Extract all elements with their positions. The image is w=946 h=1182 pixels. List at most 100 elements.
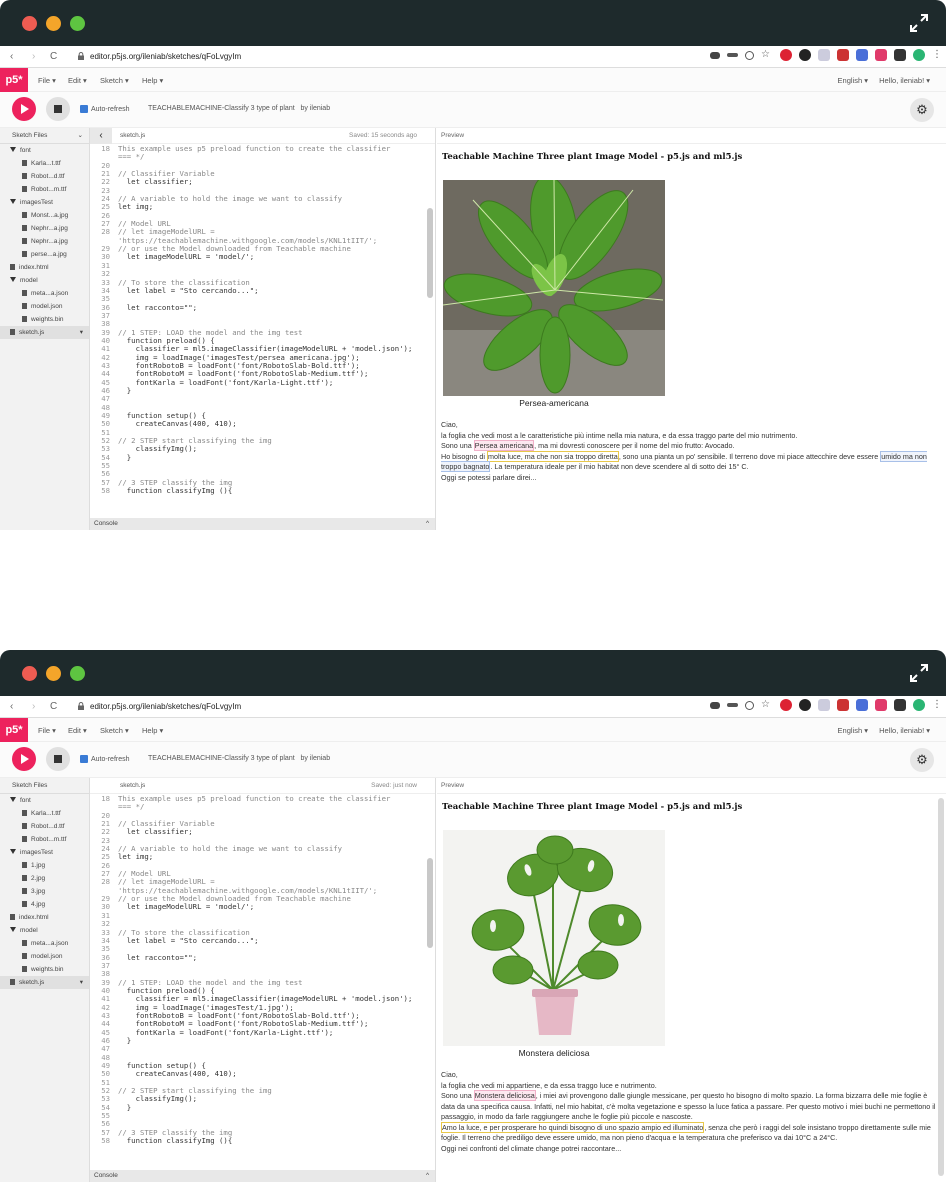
code-line[interactable]: 54 } — [90, 454, 425, 462]
code-text[interactable]: // Classifier Variable — [118, 820, 215, 828]
stop-button[interactable] — [46, 97, 70, 121]
code-line[interactable]: 39 // 1 STEP: LOAD the model and the img … — [90, 329, 425, 337]
code-line[interactable]: 33 // To store the classification — [90, 929, 425, 937]
code-text[interactable]: fontRobotoM = loadFont('font/RobotoSlab-… — [118, 1020, 369, 1028]
code-line[interactable]: 48 — [90, 404, 425, 412]
code-line[interactable]: 50 createCanvas(400, 410); — [90, 420, 425, 428]
extension-pink-icon[interactable] — [875, 699, 887, 711]
profile-avatar-icon[interactable] — [913, 49, 925, 61]
file-item[interactable]: meta...a.json — [0, 287, 89, 300]
puzzle-icon[interactable] — [894, 699, 906, 711]
code-line[interactable]: === */ — [90, 803, 425, 811]
code-text[interactable]: // let imageModelURL = — [118, 878, 215, 886]
code-line[interactable]: 53 classifyImg(); — [90, 1095, 425, 1103]
code-line[interactable]: 33 // To store the classification — [90, 279, 425, 287]
code-line[interactable]: 20 — [90, 162, 425, 170]
code-text[interactable]: // let imageModelURL = — [118, 228, 215, 236]
file-item[interactable]: model.json — [0, 300, 89, 313]
url-field[interactable]: editor.p5js.org/ileniab/sketches/qFoLvgy… — [90, 702, 241, 711]
code-text[interactable]: fontRobotoB = loadFont('font/RobotoSlab-… — [118, 1012, 360, 1020]
code-text[interactable]: // A variable to hold the image we want … — [118, 845, 342, 853]
puzzle-icon[interactable] — [894, 49, 906, 61]
close-window-button[interactable] — [22, 16, 37, 31]
file-item[interactable]: Robot...m.ttf — [0, 183, 89, 196]
code-line[interactable]: 57 // 3 STEP classify the img — [90, 479, 425, 487]
file-item[interactable]: sketch.js ▾ — [0, 976, 89, 989]
fullscreen-icon[interactable] — [908, 662, 930, 684]
code-text[interactable]: // or use the Model downloaded from Teac… — [118, 895, 351, 903]
close-window-button[interactable] — [22, 666, 37, 681]
file-item[interactable]: sketch.js ▾ — [0, 326, 89, 339]
file-item[interactable]: Nephr...a.jpg — [0, 235, 89, 248]
menu-sketch[interactable]: Sketch ▾ — [100, 76, 129, 85]
menu-file[interactable]: File ▾ — [38, 726, 56, 735]
code-line[interactable]: 20 — [90, 812, 425, 820]
code-line[interactable]: === */ — [90, 153, 425, 161]
more-menu-icon[interactable]: ⋮ — [932, 49, 942, 61]
extension-badge-icon[interactable] — [780, 49, 792, 61]
p5-logo[interactable]: p5* — [0, 68, 28, 92]
code-line[interactable]: 37 — [90, 312, 425, 320]
code-line[interactable]: 26 — [90, 212, 425, 220]
code-text[interactable]: // 2 STEP start classifying the img — [118, 1087, 272, 1095]
code-text[interactable]: === */ — [118, 153, 144, 161]
code-text[interactable]: function classifyImg (){ — [118, 487, 232, 495]
zoom-icon[interactable] — [745, 50, 754, 60]
extension-red-icon[interactable] — [837, 49, 849, 61]
file-item[interactable]: Karla...t.ttf — [0, 157, 89, 170]
back-icon[interactable]: ‹ — [10, 701, 13, 712]
play-button[interactable] — [12, 97, 36, 121]
code-text[interactable]: // or use the Model downloaded from Teac… — [118, 245, 351, 253]
code-line[interactable]: 46 } — [90, 1037, 425, 1045]
code-text[interactable]: // Classifier Variable — [118, 170, 215, 178]
file-item[interactable]: Karla...t.ttf — [0, 807, 89, 820]
code-line[interactable]: 47 — [90, 395, 425, 403]
code-text[interactable]: fontRobotoB = loadFont('font/RobotoSlab-… — [118, 362, 360, 370]
extension-badge-icon[interactable] — [780, 699, 792, 711]
code-text[interactable]: function setup() { — [118, 412, 206, 420]
chevron-up-icon[interactable]: ^ — [426, 518, 429, 530]
file-item[interactable]: 4.jpg — [0, 898, 89, 911]
code-line[interactable]: 56 — [90, 470, 425, 478]
code-line[interactable]: 39 // 1 STEP: LOAD the model and the img … — [90, 979, 425, 987]
code-text[interactable]: createCanvas(400, 410); — [118, 420, 237, 428]
code-text[interactable]: // To store the classification — [118, 929, 250, 937]
console-bar[interactable]: Console ^ — [90, 518, 435, 530]
code-text[interactable]: function setup() { — [118, 1062, 206, 1070]
code-line[interactable]: 49 function setup() { — [90, 1062, 425, 1070]
code-text[interactable]: } — [118, 387, 131, 395]
key-icon[interactable] — [727, 703, 738, 707]
editor-scrollbar[interactable] — [427, 858, 433, 948]
star-icon[interactable]: ☆ — [761, 699, 773, 711]
code-lines[interactable]: 18 This example uses p5 preload function … — [90, 145, 425, 518]
code-text[interactable]: fontKarla = loadFont('font/Karla-Light.t… — [118, 379, 334, 387]
code-line[interactable]: 41 classifier = ml5.imageClassifier(imag… — [90, 995, 425, 1003]
code-text[interactable]: let classifier; — [118, 828, 193, 836]
code-line[interactable]: 21 // Classifier Variable — [90, 820, 425, 828]
code-line[interactable]: 48 — [90, 1054, 425, 1062]
minimize-window-button[interactable] — [46, 16, 61, 31]
extension-pink-icon[interactable] — [875, 49, 887, 61]
code-line[interactable]: 31 — [90, 262, 425, 270]
code-line[interactable]: 56 — [90, 1120, 425, 1128]
code-text[interactable]: let racconto=""; — [118, 954, 197, 962]
code-line[interactable]: 34 let label = "Sto cercando..."; — [90, 937, 425, 945]
language-menu[interactable]: English ▾ — [838, 726, 868, 735]
code-text[interactable]: let label = "Sto cercando..."; — [118, 937, 259, 945]
code-text[interactable]: This example uses p5 preload function to… — [118, 795, 390, 803]
code-text[interactable]: classifyImg(); — [118, 445, 198, 453]
code-line[interactable]: 47 — [90, 1045, 425, 1053]
maximize-window-button[interactable] — [70, 666, 85, 681]
code-text[interactable]: // To store the classification — [118, 279, 250, 287]
code-line[interactable]: 25 let img; — [90, 203, 425, 211]
code-text[interactable]: let classifier; — [118, 178, 193, 186]
code-text[interactable]: === */ — [118, 803, 144, 811]
extension-red-icon[interactable] — [837, 699, 849, 711]
preview-scrollbar[interactable] — [938, 798, 944, 1176]
menu-edit[interactable]: Edit ▾ — [68, 76, 87, 85]
forward-icon[interactable]: › — [32, 701, 35, 712]
code-line[interactable]: 55 — [90, 462, 425, 470]
code-text[interactable]: // 1 STEP: LOAD the model and the img te… — [118, 329, 303, 337]
reload-icon[interactable]: C — [50, 701, 57, 712]
file-item[interactable]: 3.jpg — [0, 885, 89, 898]
